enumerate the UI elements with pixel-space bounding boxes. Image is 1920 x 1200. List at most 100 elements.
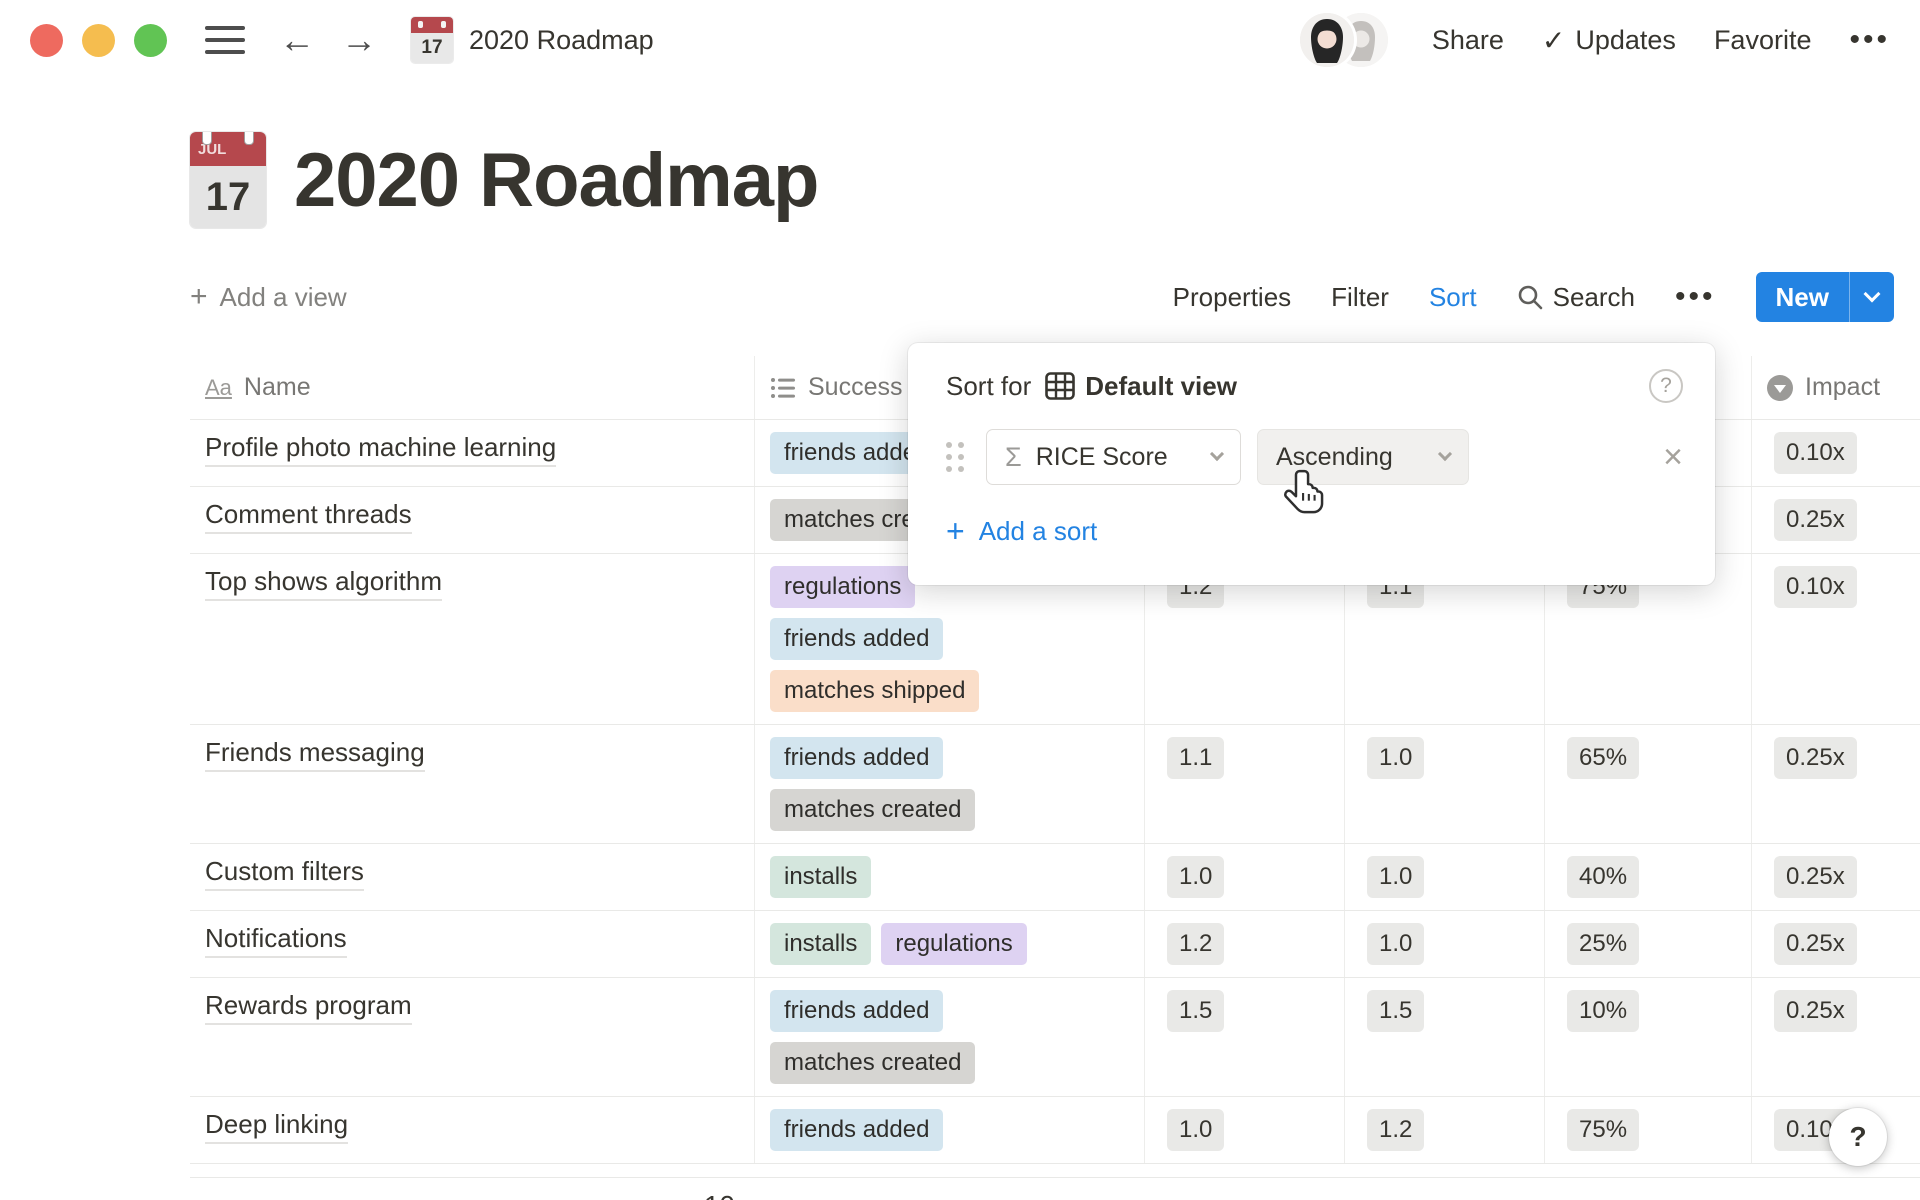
row-title-link[interactable]: Deep linking [205,1109,348,1144]
value-pill[interactable]: 40% [1567,856,1639,898]
maximize-window-button[interactable] [134,24,167,57]
cell-number[interactable]: 1.0 [1345,725,1545,843]
tag-regulations[interactable]: regulations [770,566,915,608]
favorite-button[interactable]: Favorite [1714,25,1812,56]
tag-friends-added[interactable]: friends added [770,737,943,779]
impact-pill[interactable]: 0.25x [1774,923,1857,965]
new-row-strip[interactable] [190,1164,1920,1178]
row-title-link[interactable]: Top shows algorithm [205,566,442,601]
value-pill[interactable]: 1.2 [1367,1109,1424,1151]
cell-name[interactable]: Notifications [190,911,755,977]
cell-name[interactable]: Profile photo machine learning [190,420,755,486]
search-button[interactable]: Search [1517,282,1635,313]
value-pill[interactable]: 65% [1567,737,1639,779]
new-button[interactable]: New [1756,272,1894,322]
count-footer[interactable]: COUNT10 [190,1178,755,1200]
row-title-link[interactable]: Friends messaging [205,737,425,772]
cell-number[interactable]: 1.2 [1145,911,1345,977]
forward-arrow-icon[interactable]: → [341,22,377,58]
impact-pill[interactable]: 0.25x [1774,737,1857,779]
breadcrumb-doc-title[interactable]: 2020 Roadmap [469,25,654,56]
page-calendar-icon[interactable]: JUL 17 [190,132,266,228]
cell-number[interactable]: 1.0 [1145,1097,1345,1163]
sidebar-menu-icon[interactable] [205,26,245,54]
cell-number[interactable]: 1.0 [1345,911,1545,977]
add-sort-button[interactable]: + Add a sort [946,513,1715,550]
collaborator-avatars[interactable] [1300,13,1388,67]
remove-sort-icon[interactable]: × [1663,440,1683,474]
value-pill[interactable]: 1.0 [1167,1109,1224,1151]
tag-installs[interactable]: installs [770,923,871,965]
cell-number[interactable]: 25% [1545,911,1752,977]
tag-installs[interactable]: installs [770,856,871,898]
cell-impact[interactable]: 0.25x [1752,844,1920,910]
cell-number[interactable]: 1.5 [1145,978,1345,1096]
cell-success-tags[interactable]: friends added matches created [755,978,1145,1096]
impact-pill[interactable]: 0.10x [1774,432,1857,474]
row-title-link[interactable]: Comment threads [205,499,412,534]
value-pill[interactable]: 1.5 [1167,990,1224,1032]
tag-friends-added[interactable]: friends added [770,618,943,660]
cell-name[interactable]: Deep linking [190,1097,755,1163]
cell-number[interactable]: 1.1 [1145,725,1345,843]
chevron-down-icon[interactable] [1850,294,1894,300]
add-view-button[interactable]: + Add a view [190,280,347,314]
cell-number[interactable]: 10% [1545,978,1752,1096]
impact-pill[interactable]: 0.25x [1774,499,1857,541]
cell-name[interactable]: Rewards program [190,978,755,1096]
cell-impact[interactable]: 0.10x [1752,420,1920,486]
help-fab-button[interactable]: ? [1829,1108,1887,1166]
column-header-impact[interactable]: Impact [1752,356,1920,419]
properties-button[interactable]: Properties [1173,282,1292,313]
minimize-window-button[interactable] [82,24,115,57]
tag-regulations[interactable]: regulations [881,923,1026,965]
sort-button[interactable]: Sort [1429,282,1477,313]
tag-friends-added[interactable]: friends added [770,1109,943,1151]
value-pill[interactable]: 1.0 [1367,856,1424,898]
cell-success-tags[interactable]: installs [755,844,1145,910]
filter-button[interactable]: Filter [1331,282,1389,313]
sort-field-select[interactable]: Σ RICE Score [986,429,1241,485]
value-pill[interactable]: 10% [1567,990,1639,1032]
cell-name[interactable]: Custom filters [190,844,755,910]
value-pill[interactable]: 1.0 [1367,923,1424,965]
tag-matches-created[interactable]: matches created [770,1042,975,1084]
more-options-icon[interactable]: ••• [1849,23,1890,57]
drag-handle-icon[interactable] [946,442,964,472]
cell-name[interactable]: Friends messaging [190,725,755,843]
cell-success-tags[interactable]: installsregulations [755,911,1145,977]
impact-pill[interactable]: 0.10x [1774,566,1857,608]
cell-impact[interactable]: 0.10x [1752,554,1920,724]
row-title-link[interactable]: Notifications [205,923,347,958]
value-pill[interactable]: 1.5 [1367,990,1424,1032]
cell-number[interactable]: 40% [1545,844,1752,910]
cell-success-tags[interactable]: friends addedmatches created [755,725,1145,843]
cell-number[interactable]: 1.0 [1345,844,1545,910]
row-title-link[interactable]: Custom filters [205,856,364,891]
impact-pill[interactable]: 0.25x [1774,856,1857,898]
tag-friends-added[interactable]: friends added [770,990,943,1032]
cell-impact[interactable]: 0.25x [1752,978,1920,1096]
share-button[interactable]: Share [1432,25,1504,56]
updates-button[interactable]: ✓ Updates [1542,24,1676,57]
cell-success-tags[interactable]: friends added [755,1097,1145,1163]
value-pill[interactable]: 25% [1567,923,1639,965]
sort-direction-select[interactable]: Ascending [1257,429,1469,485]
cell-number[interactable]: 1.5 [1345,978,1545,1096]
row-title-link[interactable]: Rewards program [205,990,412,1025]
value-pill[interactable]: 1.2 [1167,923,1224,965]
cell-impact[interactable]: 0.25x [1752,911,1920,977]
back-arrow-icon[interactable]: ← [279,22,315,58]
value-pill[interactable]: 1.0 [1367,737,1424,779]
value-pill[interactable]: 1.0 [1167,856,1224,898]
cell-impact[interactable]: 0.25x [1752,725,1920,843]
value-pill[interactable]: 75% [1567,1109,1639,1151]
value-pill[interactable]: 1.1 [1167,737,1224,779]
close-window-button[interactable] [30,24,63,57]
cell-impact[interactable]: 0.25x [1752,487,1920,553]
avatar[interactable] [1300,13,1354,67]
cell-number[interactable]: 65% [1545,725,1752,843]
tag-matches-shipped[interactable]: matches shipped [770,670,979,712]
cell-name[interactable]: Top shows algorithm [190,554,755,724]
column-header-name[interactable]: Aa Name [190,356,755,419]
